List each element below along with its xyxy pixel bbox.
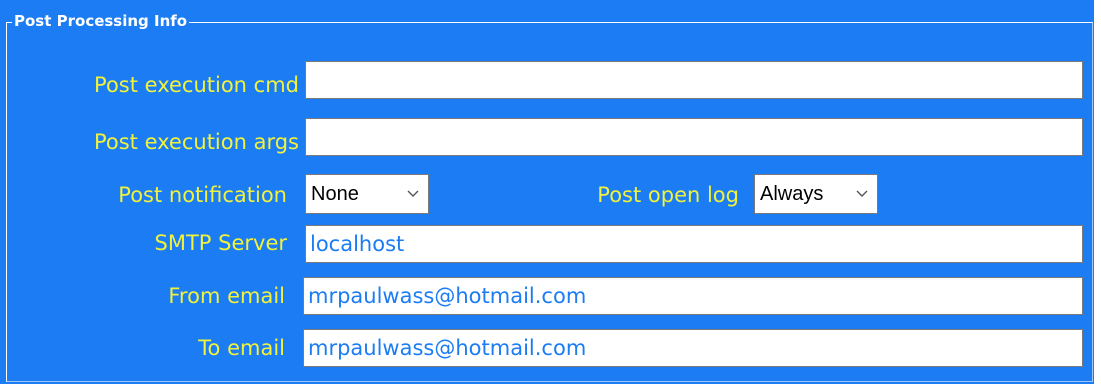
from-email-label: From email — [168, 284, 285, 308]
from-email-input[interactable]: mrpaulwass@hotmail.com — [303, 277, 1083, 315]
to-email-label: To email — [198, 336, 285, 360]
post-processing-panel: Post Processing Info Post execution cmd … — [0, 0, 1094, 384]
group-title: Post Processing Info — [12, 12, 190, 30]
post-execution-args-input[interactable] — [305, 118, 1083, 156]
chevron-down-icon — [406, 175, 420, 213]
post-notification-selected: None — [311, 183, 359, 205]
post-execution-cmd-input[interactable] — [305, 61, 1083, 99]
smtp-server-label: SMTP Server — [154, 231, 287, 255]
post-open-log-label: Post open log — [597, 183, 739, 207]
chevron-down-icon — [855, 175, 869, 213]
post-execution-cmd-label: Post execution cmd — [94, 73, 299, 97]
post-open-log-selected: Always — [760, 183, 824, 205]
post-notification-select[interactable]: None — [305, 174, 429, 214]
post-notification-label: Post notification — [118, 183, 287, 207]
to-email-input[interactable]: mrpaulwass@hotmail.com — [303, 329, 1083, 367]
post-execution-args-label: Post execution args — [93, 130, 299, 154]
smtp-server-input[interactable]: localhost — [305, 225, 1083, 263]
post-open-log-select[interactable]: Always — [754, 174, 878, 214]
